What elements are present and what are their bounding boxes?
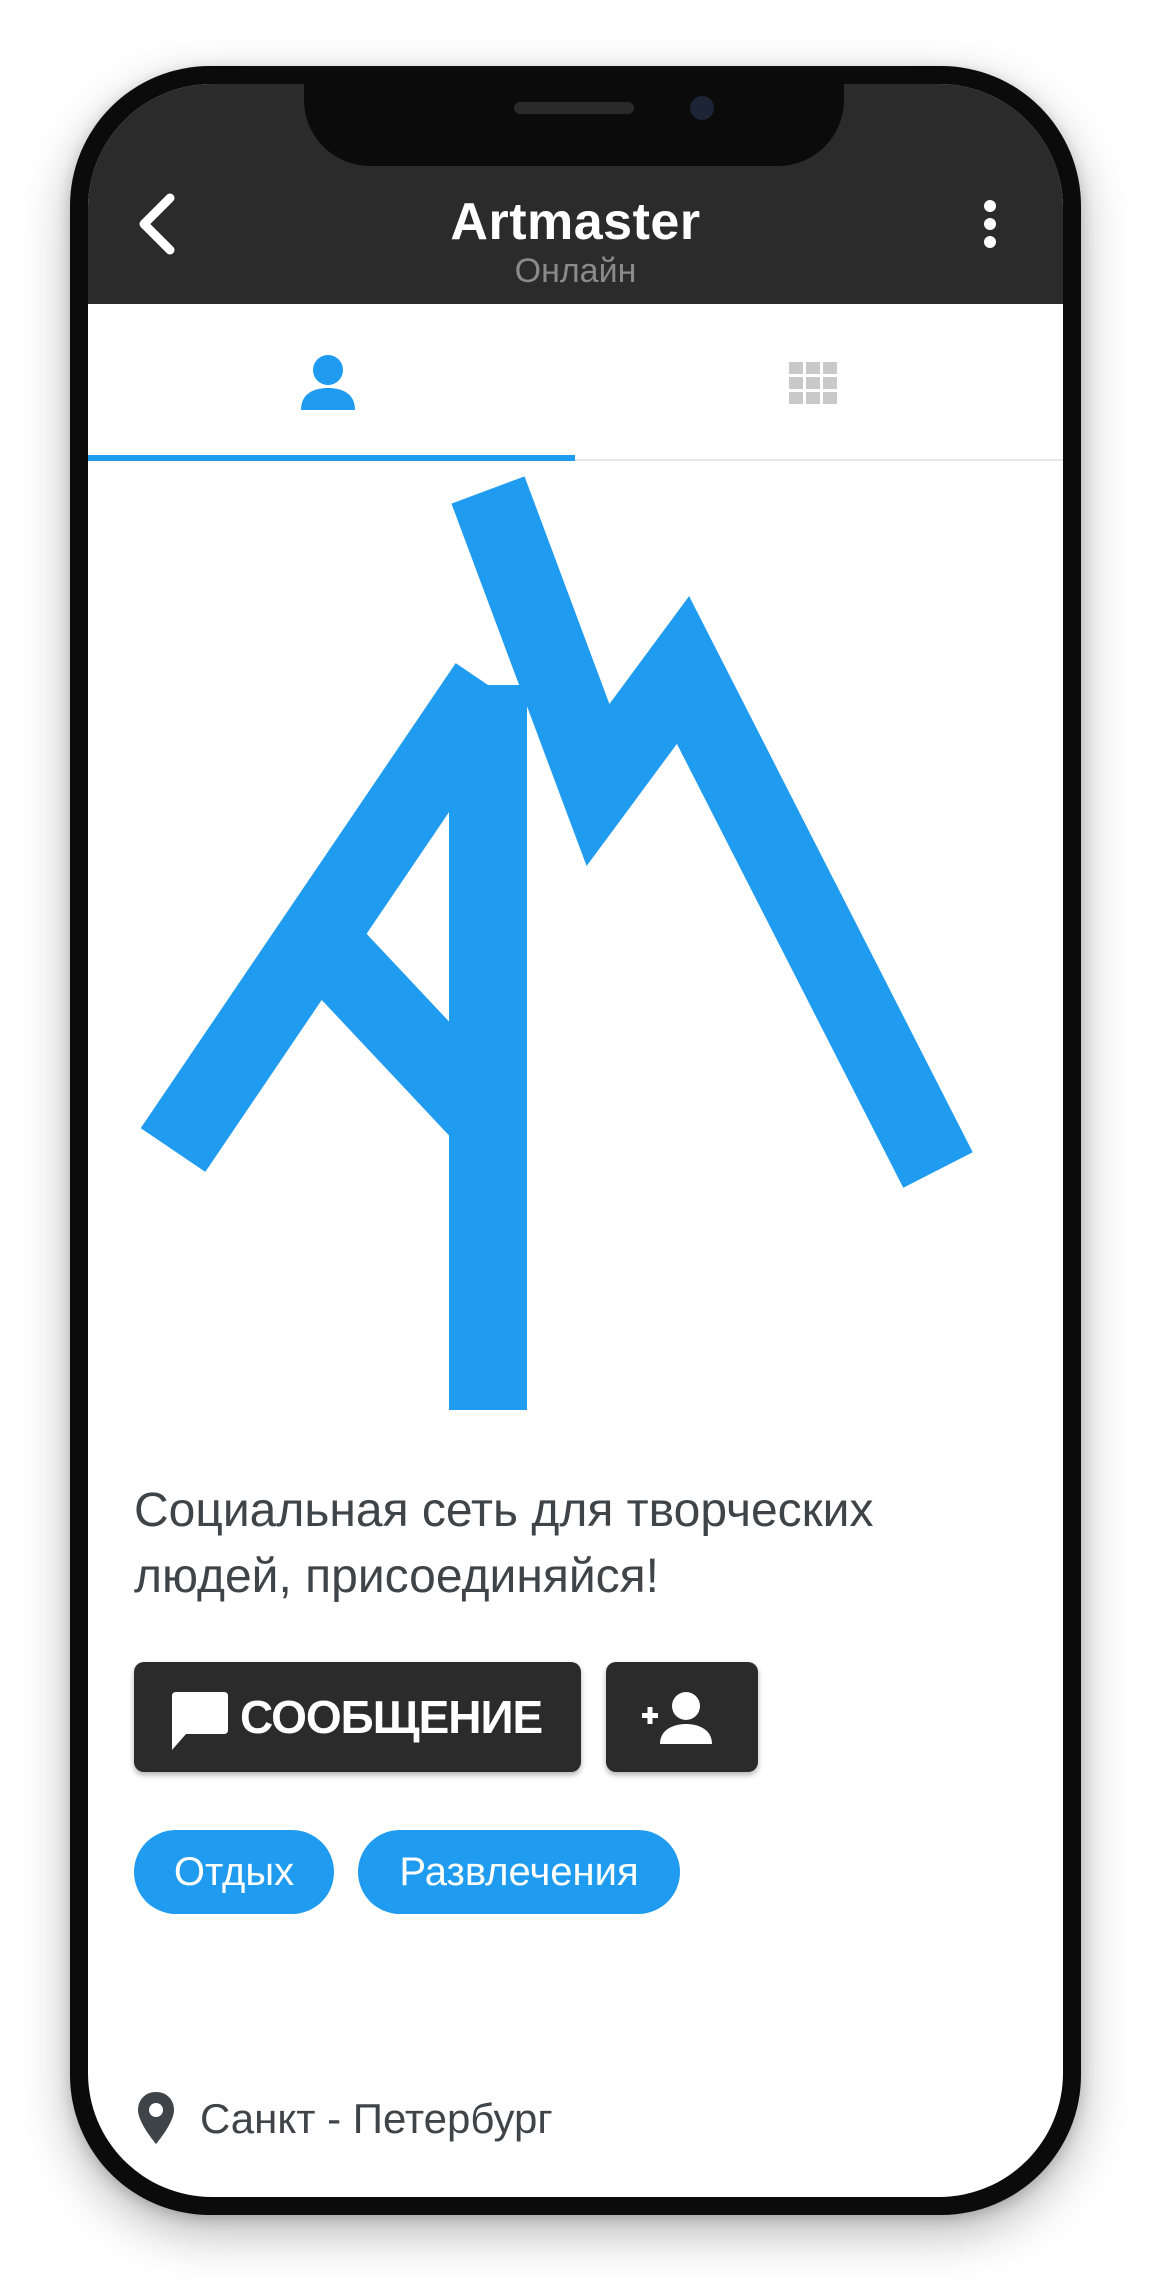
person-add-icon — [642, 1692, 712, 1744]
online-status: Онлайн — [514, 252, 637, 290]
tab-gallery[interactable] — [576, 304, 1063, 459]
message-button[interactable]: СООБЩЕНИЕ — [134, 1662, 581, 1772]
more-vertical-icon — [984, 200, 996, 248]
more-menu-button[interactable] — [968, 184, 1012, 264]
artmaster-logo — [140, 476, 973, 1410]
tag-chip[interactable]: Развлечения — [358, 1830, 680, 1914]
profile-tabs — [88, 304, 1063, 461]
tag-chip[interactable]: Отдых — [134, 1830, 334, 1914]
app-bar: Artmaster Онлайн — [88, 84, 1063, 304]
location-pin-icon — [138, 2092, 174, 2144]
front-camera — [690, 96, 714, 120]
phone-screen: Artmaster Онлайн Социальная сеть для тво… — [88, 84, 1063, 2197]
message-button-label: СООБЩЕНИЕ — [240, 1691, 543, 1743]
person-icon — [301, 355, 355, 410]
notch — [304, 84, 844, 166]
profile-description: Социальная сеть для творческих людей, пр… — [134, 1484, 874, 1603]
grid-icon — [789, 362, 837, 404]
tab-profile[interactable] — [88, 304, 575, 459]
location-text: Санкт - Петербург — [200, 2095, 553, 2142]
phone-frame: Artmaster Онлайн Социальная сеть для тво… — [70, 66, 1081, 2215]
page-title: Artmaster — [450, 193, 701, 251]
add-friend-button[interactable] — [606, 1662, 758, 1772]
chat-bubble-icon — [172, 1692, 228, 1750]
speaker-grille — [514, 102, 634, 114]
